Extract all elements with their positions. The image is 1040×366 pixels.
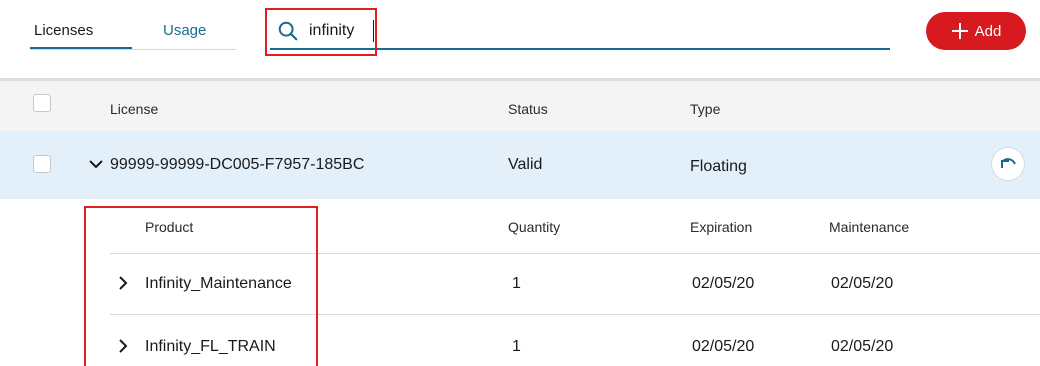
active-tab-indicator	[30, 47, 132, 49]
search-highlight-box	[265, 8, 377, 56]
chevron-down-icon[interactable]	[89, 159, 103, 169]
select-all-checkbox[interactable]	[33, 94, 51, 112]
add-button[interactable]: Add	[926, 12, 1026, 50]
tab-licenses[interactable]: Licenses	[34, 22, 93, 39]
subheader-quantity: Quantity	[508, 219, 561, 235]
column-header-status[interactable]: Status	[508, 101, 548, 117]
product-expiration: 02/05/20	[692, 275, 755, 292]
subheader-maintenance: Maintenance	[829, 219, 910, 235]
product-expiration: 02/05/20	[692, 338, 755, 355]
license-row-checkbox[interactable]	[33, 155, 51, 173]
product-maintenance: 02/05/20	[831, 275, 894, 292]
products-highlight-box	[84, 206, 318, 366]
product-maintenance: 02/05/20	[831, 338, 894, 355]
undo-icon	[1001, 158, 1016, 168]
tab-usage[interactable]: Usage	[163, 22, 206, 39]
product-quantity: 1	[512, 338, 521, 355]
license-key: 99999-99999-DC005-F7957-185BC	[110, 156, 365, 173]
column-header-license[interactable]: License	[110, 101, 158, 117]
subheader-expiration: Expiration	[690, 219, 753, 235]
undo-button[interactable]	[991, 147, 1025, 181]
license-status: Valid	[508, 156, 543, 173]
product-quantity: 1	[512, 275, 521, 292]
add-button-label: Add	[974, 22, 1002, 40]
plus-icon	[951, 23, 968, 39]
license-type: Floating	[690, 158, 747, 175]
column-header-type[interactable]: Type	[690, 101, 720, 117]
tabs-divider	[30, 49, 236, 50]
